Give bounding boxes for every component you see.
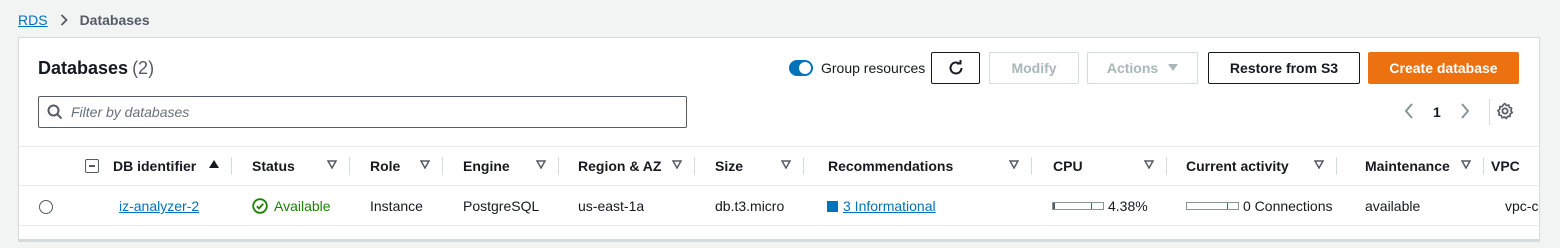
sort-caret-icon: [536, 160, 546, 169]
breadcrumb: RDS Databases: [18, 11, 150, 29]
column-role[interactable]: Role: [350, 147, 442, 185]
column-db-identifier[interactable]: DB identifier: [93, 147, 231, 185]
sort-caret-icon: [1144, 160, 1154, 169]
activity-bar-threshold: [1227, 203, 1228, 209]
cpu-cell: 4.38%: [1052, 186, 1148, 226]
column-label: Status: [252, 158, 295, 174]
sort-caret-icon: [420, 160, 430, 169]
restore-from-s3-button[interactable]: Restore from S3: [1208, 52, 1360, 84]
status-badge: Available: [252, 198, 331, 214]
db-identifier-cell: iz-analyzer-2: [119, 186, 199, 226]
caret-down-icon: [1168, 64, 1179, 72]
column-label: Engine: [463, 158, 510, 174]
sort-caret-icon: [1461, 160, 1471, 169]
sort-caret-icon: [1009, 160, 1019, 169]
column-divider: [1336, 157, 1337, 175]
pager-divider: [1489, 99, 1490, 125]
filter-databases-field[interactable]: [38, 96, 687, 128]
sort-caret-icon: [781, 160, 791, 169]
row-select-radio[interactable]: [39, 200, 53, 214]
sort-caret-icon: [1314, 160, 1324, 169]
breadcrumb-rds-link[interactable]: RDS: [18, 12, 48, 28]
column-label: CPU: [1053, 158, 1083, 174]
actions-dropdown-button[interactable]: Actions: [1087, 52, 1198, 84]
actions-label: Actions: [1106, 60, 1159, 76]
chevron-right-icon[interactable]: [1459, 102, 1471, 120]
refresh-button[interactable]: [931, 52, 980, 84]
create-database-button[interactable]: Create database: [1368, 52, 1519, 84]
refresh-icon: [947, 59, 965, 77]
group-resources-label: Group resources: [821, 60, 926, 76]
size-cell: db.t3.micro: [715, 198, 785, 214]
database-count: (2): [132, 58, 155, 78]
sort-ascending-icon: [209, 160, 219, 169]
cpu-bar: [1052, 202, 1104, 210]
recommendations-cell: 3 Informational: [827, 186, 936, 226]
column-label: Region & AZ: [578, 158, 662, 174]
column-divider: [803, 157, 804, 175]
check-circle-icon: [252, 198, 268, 214]
page-number[interactable]: 1: [1433, 104, 1441, 120]
column-cpu[interactable]: CPU: [1033, 147, 1166, 185]
page-title-text: Databases: [38, 58, 129, 78]
search-icon: [47, 104, 63, 120]
column-label: Size: [715, 158, 744, 174]
role-cell: Instance: [370, 198, 423, 214]
column-label: DB identifier: [113, 158, 197, 174]
table-header: DB identifier Status Role Engine Region …: [19, 146, 1539, 186]
column-vpc[interactable]: VPC: [1471, 147, 1539, 185]
recommendations-link[interactable]: 3 Informational: [843, 198, 936, 214]
maintenance-cell: available: [1365, 198, 1421, 214]
databases-panel: Databases (2) Group resources Modify Acti…: [18, 37, 1540, 242]
current-activity-cell: 0 Connections: [1186, 186, 1333, 226]
chevron-right-icon: [60, 14, 68, 26]
column-recommendations[interactable]: Recommendations: [808, 147, 1031, 185]
engine-cell: PostgreSQL: [463, 198, 540, 214]
vpc-cell: vpc-c: [1505, 198, 1539, 214]
activity-bar: [1186, 202, 1239, 210]
column-divider: [1031, 157, 1032, 175]
status-cell: Available: [252, 186, 331, 226]
toggle-knob: [799, 62, 811, 74]
column-size[interactable]: Size: [695, 147, 803, 185]
column-maintenance[interactable]: Maintenance: [1345, 147, 1483, 185]
gear-icon[interactable]: [1496, 102, 1514, 120]
sort-caret-icon: [327, 160, 337, 169]
modify-button[interactable]: Modify: [989, 52, 1079, 84]
sort-caret-icon: [672, 160, 682, 169]
column-label: Recommendations: [828, 158, 954, 174]
column-label: Maintenance: [1365, 158, 1450, 174]
chevron-left-icon[interactable]: [1403, 102, 1415, 120]
region-az-cell: us-east-1a: [578, 198, 645, 214]
breadcrumb-current: Databases: [79, 12, 150, 28]
activity-value: 0 Connections: [1243, 198, 1333, 214]
status-text: Available: [274, 198, 331, 214]
cpu-bar-threshold: [1091, 203, 1092, 209]
db-identifier-link[interactable]: iz-analyzer-2: [119, 198, 199, 214]
column-status[interactable]: Status: [232, 147, 349, 185]
column-label: VPC: [1491, 158, 1520, 174]
column-region-az[interactable]: Region & AZ: [558, 147, 694, 185]
column-current-activity[interactable]: Current activity: [1166, 147, 1336, 185]
cpu-bar-fill: [1053, 203, 1056, 209]
filter-input[interactable]: [71, 104, 671, 120]
group-resources-toggle[interactable]: [789, 60, 813, 76]
column-engine[interactable]: Engine: [443, 147, 558, 185]
table-row[interactable]: iz-analyzer-2 Available Instance Postgre…: [19, 186, 1539, 226]
page-title: Databases (2): [38, 58, 154, 79]
info-square-icon: [827, 200, 838, 212]
column-label: Role: [370, 158, 401, 174]
cpu-value: 4.38%: [1108, 198, 1148, 214]
column-label: Current activity: [1186, 158, 1289, 174]
